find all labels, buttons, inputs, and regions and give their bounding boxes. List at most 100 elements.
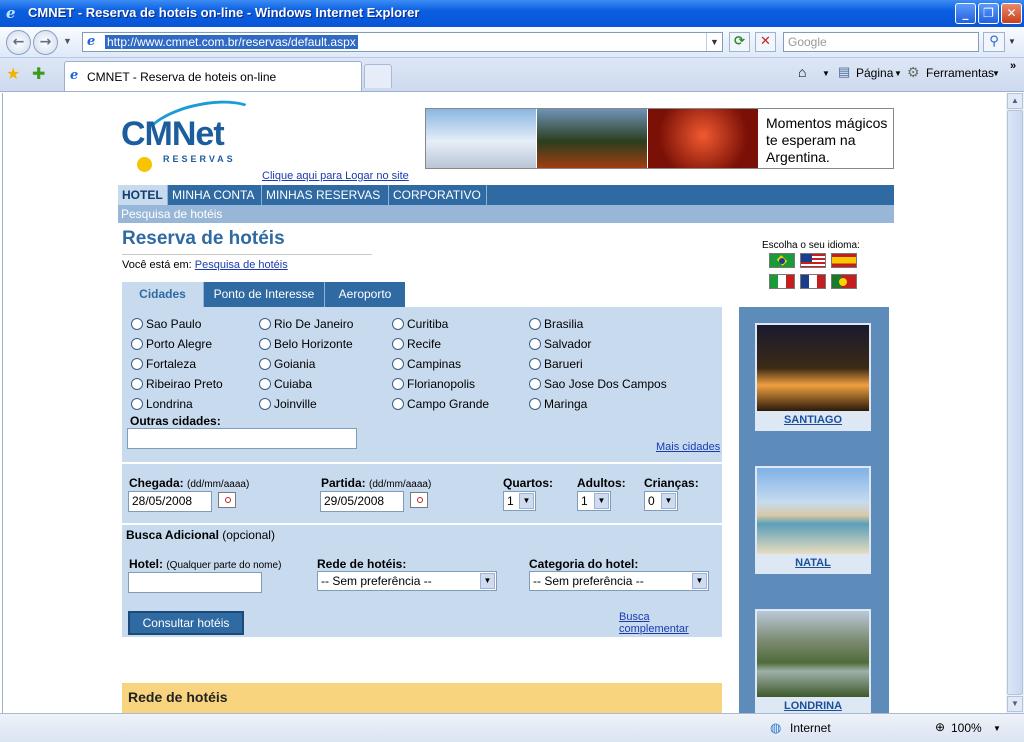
back-button[interactable]: ← <box>6 30 31 55</box>
favorites-star-icon[interactable]: ★ <box>6 64 20 84</box>
nav-hotel[interactable]: HOTEL <box>118 185 168 205</box>
flag-portugal-icon[interactable] <box>831 274 857 289</box>
home-dropdown-icon[interactable]: ▼ <box>822 69 830 78</box>
scroll-up-icon[interactable]: ▲ <box>1007 93 1023 109</box>
more-cities-link[interactable]: Mais cidades <box>656 441 720 453</box>
city-radio[interactable]: Goiania <box>259 357 315 371</box>
chevron-more-icon[interactable]: » <box>1010 60 1016 72</box>
radio-icon[interactable] <box>392 318 404 330</box>
flag-usa-icon[interactable] <box>800 253 826 268</box>
flag-brazil-icon[interactable] <box>769 253 795 268</box>
flag-italy-icon[interactable] <box>769 274 795 289</box>
new-tab-button[interactable] <box>364 64 392 88</box>
breadcrumb-link[interactable]: Pesquisa de hotéis <box>195 259 288 271</box>
more-search-link[interactable]: Busca complementar <box>619 611 722 635</box>
close-button[interactable]: ✕ <box>1001 3 1022 24</box>
nav-minha-conta[interactable]: MINHA CONTA <box>168 185 262 205</box>
radio-icon[interactable] <box>131 318 143 330</box>
address-bar[interactable]: e http://www.cmnet.com.br/reservas/defau… <box>82 32 723 52</box>
browser-tab[interactable]: e CMNET - Reserva de hoteis on-line <box>64 61 362 91</box>
home-icon[interactable]: ⌂ <box>798 64 806 80</box>
city-radio[interactable]: Florianopolis <box>392 377 475 391</box>
city-radio[interactable]: Porto Alegre <box>131 337 212 351</box>
radio-icon[interactable] <box>392 398 404 410</box>
city-radio[interactable]: Campo Grande <box>392 397 489 411</box>
site-logo[interactable]: CMNet <box>121 115 225 154</box>
radio-icon[interactable] <box>529 398 541 410</box>
radio-icon[interactable] <box>131 398 143 410</box>
radio-icon[interactable] <box>529 318 541 330</box>
destination-card[interactable]: SANTIAGO <box>755 323 871 431</box>
city-radio[interactable]: Fortaleza <box>131 357 196 371</box>
chevron-down-icon[interactable]: ▼ <box>519 493 534 509</box>
city-radio[interactable]: Sao Paulo <box>131 317 201 331</box>
city-radio[interactable]: Barueri <box>529 357 583 371</box>
vertical-scrollbar[interactable]: ▲ ▼ <box>1006 93 1024 713</box>
minimize-button[interactable]: _ <box>955 3 976 24</box>
city-radio[interactable]: Londrina <box>131 397 193 411</box>
radio-icon[interactable] <box>131 358 143 370</box>
chevron-down-icon[interactable]: ▼ <box>594 493 609 509</box>
search-icon[interactable]: ⚲ <box>983 32 1005 52</box>
destination-image[interactable] <box>757 611 869 697</box>
tab-ponto-interesse[interactable]: Ponto de Interesse <box>203 282 324 307</box>
destination-link[interactable]: NATAL <box>757 554 869 572</box>
city-radio[interactable]: Brasilia <box>529 317 583 331</box>
destination-image[interactable] <box>757 468 869 554</box>
stop-icon[interactable]: ✕ <box>755 32 776 52</box>
chevron-down-icon[interactable]: ▼ <box>480 573 495 589</box>
checkin-calendar-icon[interactable] <box>218 492 236 508</box>
history-dropdown-icon[interactable]: ▼ <box>63 36 72 46</box>
flag-spain-icon[interactable] <box>831 253 857 268</box>
tools-menu[interactable]: Ferramentas <box>926 66 994 80</box>
search-options-icon[interactable]: ▼ <box>1008 37 1016 46</box>
radio-icon[interactable] <box>131 378 143 390</box>
city-radio[interactable]: Campinas <box>392 357 461 371</box>
nav-minhas-reservas[interactable]: MINHAS RESERVAS <box>262 185 389 205</box>
radio-icon[interactable] <box>259 378 271 390</box>
search-input[interactable]: Google <box>783 32 979 52</box>
maximize-button[interactable]: ❐ <box>978 3 999 24</box>
login-link[interactable]: Clique aqui para Logar no site <box>262 170 409 182</box>
search-hotels-button[interactable]: Consultar hotéis <box>128 611 244 635</box>
hotel-name-input[interactable] <box>128 572 262 593</box>
destination-link[interactable]: LONDRINA <box>757 697 869 713</box>
zoom-dropdown-icon[interactable]: ▼ <box>993 724 1001 733</box>
tools-dropdown-icon[interactable]: ▼ <box>992 69 1000 78</box>
city-radio[interactable]: Joinville <box>259 397 317 411</box>
radio-icon[interactable] <box>259 398 271 410</box>
destination-card[interactable]: LONDRINA <box>755 609 871 713</box>
children-select[interactable]: 0 ▼ <box>644 491 678 511</box>
radio-icon[interactable] <box>529 338 541 350</box>
address-dropdown-icon[interactable]: ▼ <box>706 33 722 51</box>
forward-button[interactable]: → <box>33 30 58 55</box>
radio-icon[interactable] <box>392 358 404 370</box>
chevron-down-icon[interactable]: ▼ <box>692 573 707 589</box>
refresh-icon[interactable]: ⟳ <box>729 32 750 52</box>
radio-icon[interactable] <box>529 358 541 370</box>
radio-icon[interactable] <box>392 378 404 390</box>
url-text[interactable]: http://www.cmnet.com.br/reservas/default… <box>105 35 358 49</box>
city-radio[interactable]: Salvador <box>529 337 591 351</box>
checkin-input[interactable]: 28/05/2008 <box>128 491 212 512</box>
radio-icon[interactable] <box>529 378 541 390</box>
destination-link[interactable]: SANTIAGO <box>757 411 869 429</box>
chevron-down-icon[interactable]: ▼ <box>661 493 676 509</box>
city-radio[interactable]: Rio De Janeiro <box>259 317 353 331</box>
radio-icon[interactable] <box>131 338 143 350</box>
scroll-thumb[interactable] <box>1007 110 1023 695</box>
tab-cidades[interactable]: Cidades <box>122 282 203 307</box>
city-radio[interactable]: Recife <box>392 337 441 351</box>
adults-select[interactable]: 1 ▼ <box>577 491 611 511</box>
city-radio[interactable]: Cuiaba <box>259 377 312 391</box>
city-radio[interactable]: Maringa <box>529 397 587 411</box>
add-favorites-icon[interactable]: ✚ <box>32 64 45 84</box>
category-select[interactable]: -- Sem preferência -- ▼ <box>529 571 709 591</box>
scroll-down-icon[interactable]: ▼ <box>1007 696 1023 712</box>
page-dropdown-icon[interactable]: ▼ <box>894 69 902 78</box>
city-radio[interactable]: Sao Jose Dos Campos <box>529 377 667 391</box>
destination-card[interactable]: NATAL <box>755 466 871 574</box>
other-cities-input[interactable] <box>127 428 357 449</box>
checkout-input[interactable]: 29/05/2008 <box>320 491 404 512</box>
promo-banner[interactable]: Momentos mágicos te esperam na Argentina… <box>425 108 894 169</box>
